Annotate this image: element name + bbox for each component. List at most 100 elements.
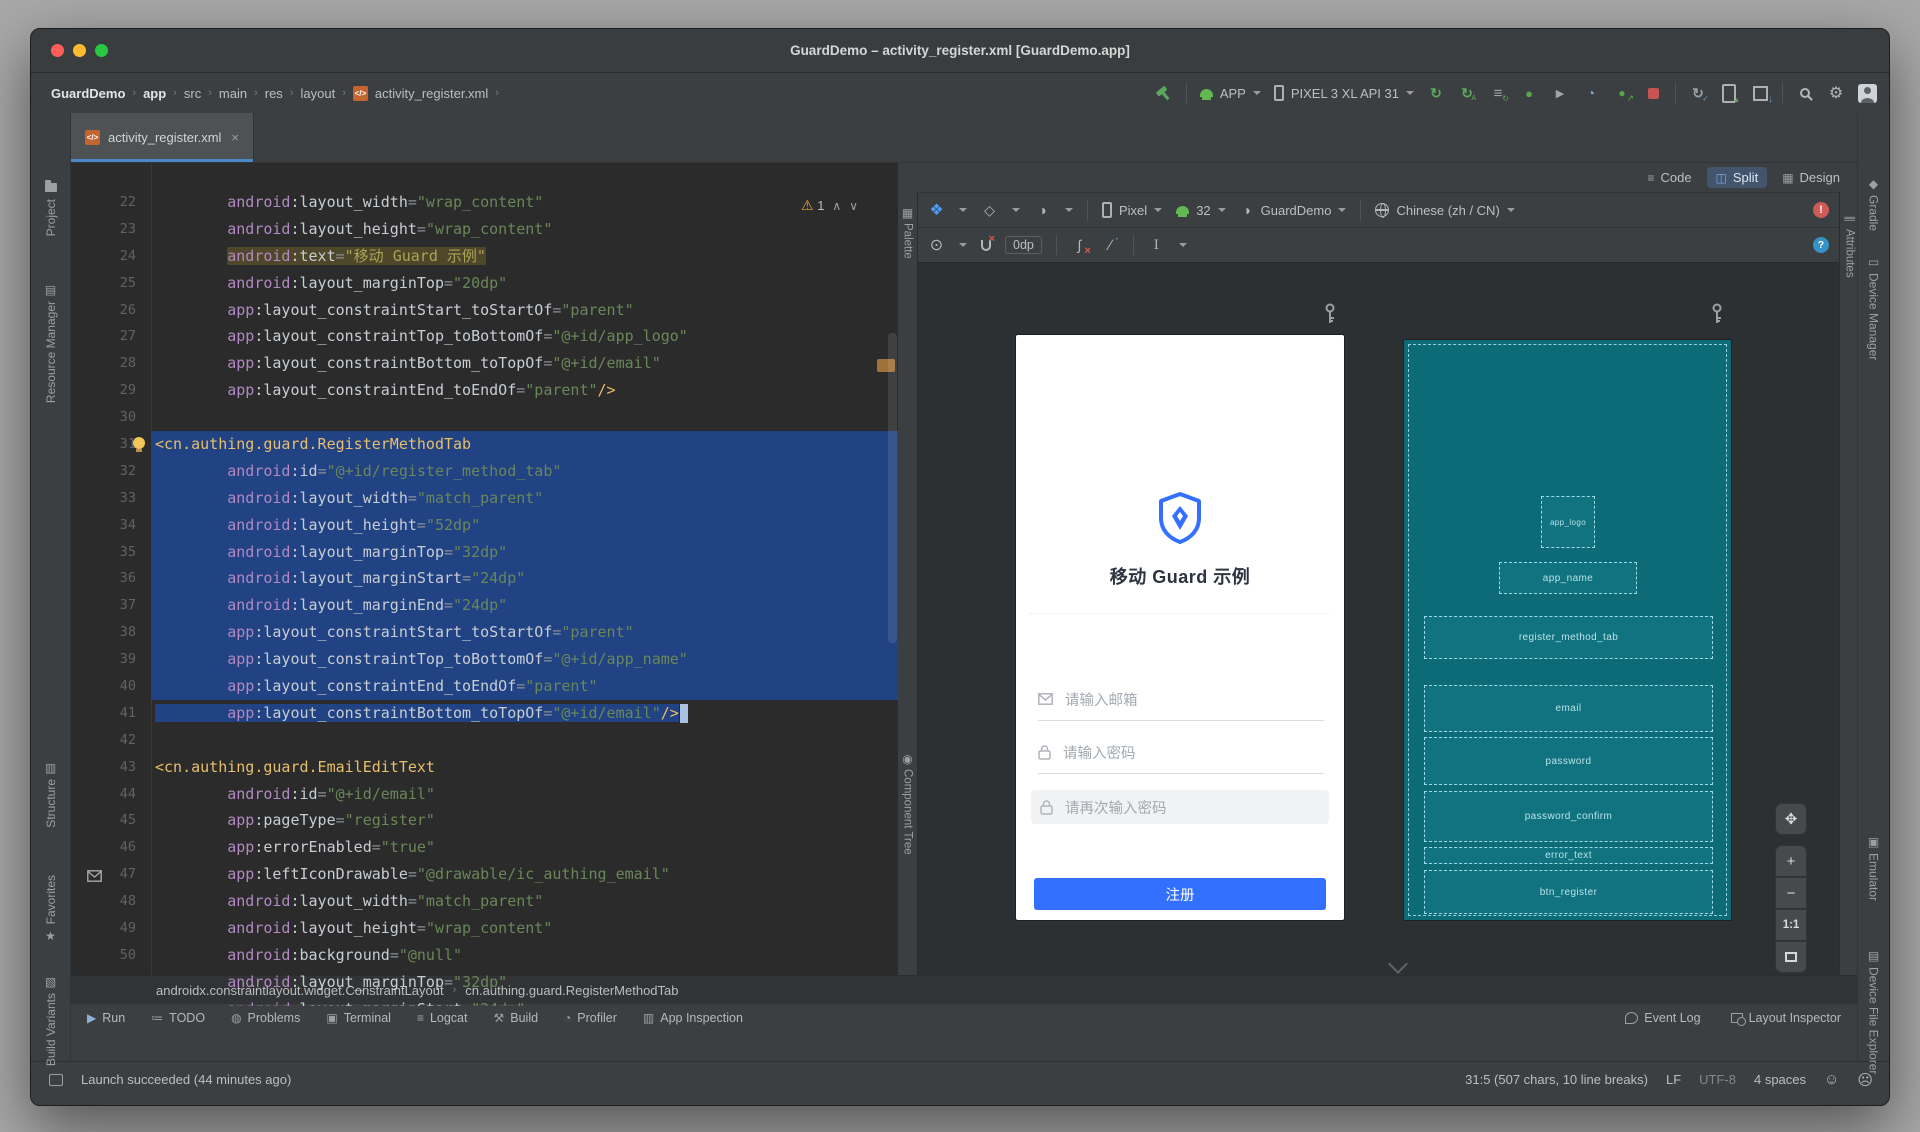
code-line[interactable]: 22 android:layout_width="wrap_content" — [71, 189, 898, 216]
zoom-window-button[interactable] — [95, 44, 108, 57]
device-manager-icon[interactable] — [1720, 84, 1740, 104]
breadcrumb-item[interactable]: GuardDemo — [51, 86, 125, 101]
line-ending[interactable]: LF — [1666, 1072, 1681, 1087]
design-canvas[interactable]: 移动 Guard 示例 请输入邮箱 请输入密码 请再次输入密码 注册 app_l… — [918, 263, 1839, 1006]
code-line[interactable]: 33 android:layout_width="match_parent" — [71, 484, 898, 512]
editor-scrollbar[interactable] — [888, 333, 897, 643]
code-line[interactable]: 35 android:layout_marginTop="32dp" — [71, 538, 898, 566]
search-everywhere-icon[interactable] — [1796, 84, 1814, 102]
tab-activity-register-xml[interactable]: </> activity_register.xml × — [71, 113, 255, 162]
sidebar-item-favorites[interactable]: Favorites ★ — [31, 875, 70, 943]
blueprint-box-register_method_tab[interactable]: register_method_tab — [1424, 616, 1713, 659]
pan-hand-button[interactable]: ✥ — [1775, 803, 1807, 835]
toolwindow-logcat[interactable]: ≡ Logcat — [417, 1011, 468, 1025]
debug-bug-icon[interactable] — [1520, 84, 1538, 102]
code-line[interactable]: 41 app:layout_constraintBottom_toTopOf="… — [71, 700, 898, 727]
code-line[interactable]: 25 android:layout_marginTop="20dp" — [71, 270, 898, 297]
file-encoding[interactable]: UTF-8 — [1699, 1072, 1736, 1087]
code-editor[interactable]: 22 android:layout_width="wrap_content" 23… — [71, 163, 898, 1006]
sidebar-item-gradle[interactable]: ◆ Gradle — [1858, 177, 1889, 232]
close-tab-icon[interactable]: × — [231, 130, 239, 145]
blueprint-box-btn_register[interactable]: btn_register — [1424, 870, 1713, 914]
code-line[interactable]: 38 app:layout_constraintStart_toStartOf=… — [71, 619, 898, 647]
user-avatar[interactable] — [1858, 83, 1877, 103]
prev-warning-icon[interactable]: ∧ — [832, 199, 841, 213]
toolwindow-app-inspection[interactable]: ▥ App Inspection — [643, 1011, 743, 1025]
attach-debugger-icon[interactable] — [1551, 84, 1569, 102]
password-confirm-input[interactable]: 请再次输入密码 — [1031, 790, 1329, 824]
run-configuration-select[interactable]: APP — [1199, 86, 1261, 101]
blueprint-box-app_name[interactable]: app_name — [1499, 562, 1637, 594]
settings-gear-icon[interactable] — [1827, 84, 1845, 102]
mode-design-button[interactable]: ▦ Design — [1773, 167, 1849, 188]
toolwindow-event-log[interactable]: Event Log — [1625, 1011, 1701, 1025]
code-line[interactable]: 49 android:layout_height="wrap_content" — [71, 915, 898, 942]
password-input[interactable]: 请输入密码 — [1038, 740, 1324, 774]
blueprint-box-password[interactable]: password — [1424, 737, 1713, 785]
code-line[interactable]: 47 app:leftIconDrawable="@drawable/ic_au… — [71, 861, 898, 888]
toolwindow-terminal[interactable]: ▣ Terminal — [326, 1011, 391, 1025]
sdk-manager-icon[interactable] — [1751, 84, 1773, 105]
indent-setting[interactable]: 4 spaces — [1754, 1072, 1806, 1087]
inspection-widget[interactable]: ⚠ 1 ∧ ∨ — [801, 197, 858, 214]
code-line[interactable]: 32 android:id="@+id/register_method_tab" — [71, 457, 898, 485]
code-line[interactable]: 24 android:text="移动 Guard 示例" — [71, 243, 898, 270]
code-line[interactable]: 36 android:layout_marginStart="24dp" — [71, 565, 898, 593]
sidebar-item-emulator[interactable]: ▣ Emulator — [1858, 835, 1889, 902]
palette-tab[interactable]: ▦ Palette — [898, 206, 917, 259]
sidebar-item-device-file-explorer[interactable]: ▤ Device File Explorer — [1858, 949, 1889, 1075]
apply-changes-icon[interactable] — [1458, 84, 1476, 102]
code-line[interactable]: 43 <cn.authing.guard.EmailEditText — [71, 754, 898, 781]
profiler-icon[interactable] — [1582, 84, 1600, 102]
blueprint-box-email[interactable]: email — [1424, 685, 1713, 732]
code-line[interactable]: 30 — [71, 404, 898, 431]
email-input[interactable]: 请输入邮箱 — [1038, 687, 1324, 721]
device-for-preview-select[interactable]: Pixel — [1102, 202, 1163, 218]
profile-low-overhead-icon[interactable] — [1613, 84, 1634, 104]
api-version-select[interactable]: 32 — [1176, 203, 1226, 218]
code-line[interactable]: 44 android:id="@+id/email" — [71, 781, 898, 808]
view-options-icon[interactable] — [928, 237, 945, 254]
blueprint-view[interactable]: app_logo app_name register_method_tab email… — [1404, 340, 1731, 920]
blueprint-box-error_text[interactable]: error_text — [1424, 847, 1713, 864]
mode-code-button[interactable]: ≡ Code — [1638, 167, 1700, 188]
close-window-button[interactable] — [51, 44, 64, 57]
sidebar-item-structure[interactable]: ▥ Structure — [31, 761, 70, 828]
zoom-in-button[interactable]: + — [1775, 845, 1807, 877]
toolwindow-run[interactable]: ▶ Run — [87, 1011, 125, 1025]
code-line[interactable]: 34 android:layout_height="52dp" — [71, 511, 898, 539]
breadcrumb-item[interactable]: activity_register.xml — [375, 86, 488, 101]
layout-preview[interactable]: 移动 Guard 示例 请输入邮箱 请输入密码 请再次输入密码 注册 — [1016, 335, 1344, 920]
happy-face-icon[interactable]: ☺ — [1824, 1071, 1839, 1088]
caret-position[interactable]: 31:5 (507 chars, 10 line breaks) — [1465, 1072, 1648, 1087]
code-line[interactable]: 37 android:layout_marginEnd="24dp" — [71, 592, 898, 620]
breadcrumb-item[interactable]: res — [265, 86, 283, 101]
code-line[interactable]: 45 app:pageType="register" — [71, 807, 898, 834]
component-tree-tab[interactable]: ◉ Component Tree — [898, 752, 917, 855]
mode-split-button[interactable]: ◫ Split — [1706, 167, 1768, 188]
app-name-text[interactable]: 移动 Guard 示例 — [1016, 563, 1344, 589]
zoom-reset-button[interactable]: 1:1 — [1775, 909, 1807, 941]
sidebar-item-resource-manager[interactable]: ▤ Resource Manager — [31, 283, 70, 404]
sidebar-item-project[interactable]: Project — [31, 180, 70, 236]
zoom-to-fit-button[interactable] — [1775, 941, 1807, 973]
register-button[interactable]: 注册 — [1034, 878, 1326, 910]
code-line[interactable]: 29 app:layout_constraintEnd_toEndOf="par… — [71, 377, 898, 404]
apply-code-changes-icon[interactable] — [1489, 84, 1509, 103]
help-badge[interactable]: ? — [1813, 237, 1829, 253]
theme-select[interactable]: GuardDemo — [1240, 202, 1347, 219]
toolwindow-problems[interactable]: ◍ Problems — [231, 1011, 300, 1025]
orientation-icon[interactable] — [981, 202, 998, 219]
clear-constraints-icon[interactable] — [1071, 237, 1090, 257]
infer-constraints-icon[interactable] — [1102, 234, 1121, 254]
code-line[interactable]: 40 app:layout_constraintEnd_toEndOf="par… — [71, 673, 898, 700]
intention-bulb-icon[interactable] — [133, 437, 145, 453]
next-warning-icon[interactable]: ∨ — [849, 199, 858, 213]
run-icon[interactable] — [1427, 84, 1445, 102]
code-line[interactable]: 27 app:layout_constraintTop_toBottomOf="… — [71, 323, 898, 350]
pack-icon[interactable] — [1148, 237, 1165, 254]
minimize-window-button[interactable] — [73, 44, 86, 57]
breadcrumb-item[interactable]: main — [219, 86, 247, 101]
breadcrumb-item[interactable]: layout — [300, 86, 335, 101]
zoom-out-button[interactable]: − — [1775, 877, 1807, 909]
